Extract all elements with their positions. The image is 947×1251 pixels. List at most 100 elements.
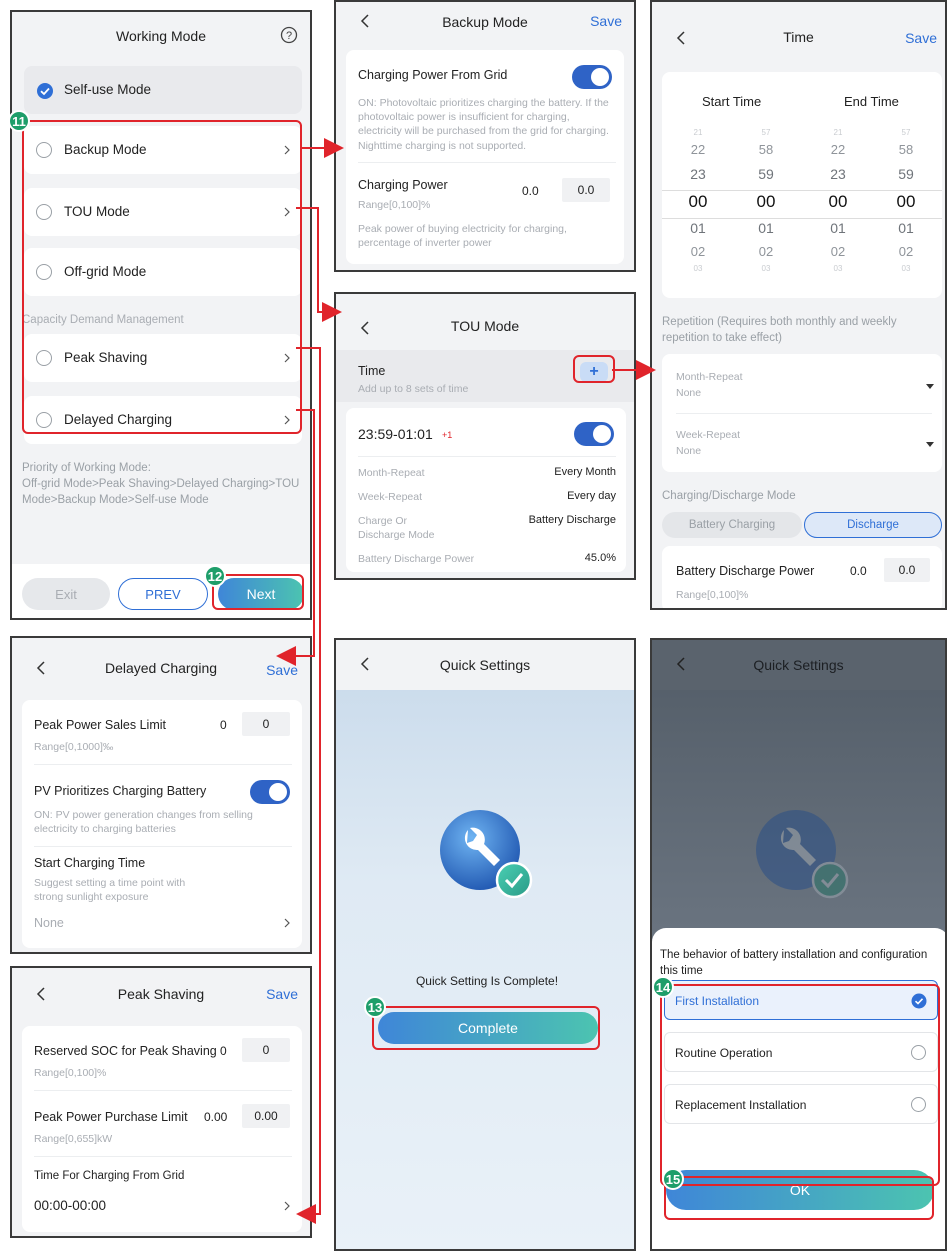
time-wheel-value[interactable]: 23 [672,166,724,182]
week-repeat-value: None [676,445,702,457]
time-wheel-value[interactable]: 22 [812,142,864,157]
time-label: Time [358,364,386,378]
entry-suffix: +1 [442,430,453,440]
back-icon[interactable] [672,654,692,674]
time-wheel-value[interactable]: 02 [672,244,724,259]
time-wheel-value[interactable]: 03 [880,264,932,273]
discharge-power-card: Battery Discharge Power 0.0 0.0 Range[0,… [662,546,942,608]
time-entry-card[interactable]: 23:59-01:01 +1 Month-Repeat Every Month … [346,408,626,572]
save-button[interactable]: Save [590,13,622,29]
discharge-power-input[interactable]: 0.0 [884,558,930,582]
reserved-soc-range: Range[0,100]% [34,1067,107,1079]
prev-button[interactable]: PREV [118,578,208,610]
wrench-check-icon [440,810,533,899]
repeat-card: Month-Repeat None Week-Repeat None [662,354,942,472]
time-wheel-value[interactable]: 01 [740,220,792,236]
time-wheel-value[interactable]: 21 [672,128,724,137]
back-icon[interactable] [356,318,376,338]
page-title: Peak Shaving [117,986,205,1002]
time-wheel-value[interactable]: 03 [740,264,792,273]
sales-limit-value: 0 [220,718,227,732]
back-icon[interactable] [356,11,376,31]
start-time-select[interactable]: None [22,906,302,940]
time-wheel-value[interactable]: 02 [740,244,792,259]
back-icon[interactable] [32,658,52,678]
help-icon[interactable]: ? [280,26,298,44]
time-wheel-value[interactable]: 01 [880,220,932,236]
reserved-soc-input[interactable]: 0 [242,1038,290,1062]
page-title: Working Mode [115,28,206,44]
time-wheel-value[interactable]: 02 [812,244,864,259]
charging-from-grid-toggle[interactable] [572,65,612,89]
time-wheel-value[interactable]: 00 [740,192,792,212]
delayed-charging-screen: Delayed Charging Save Peak Power Sales L… [10,636,312,954]
save-button[interactable]: Save [266,986,298,1002]
discharge-power-range: Range[0,100]% [676,589,749,601]
back-icon[interactable] [32,984,52,1004]
reserved-soc-label: Reserved SOC for Peak Shaving [34,1044,217,1058]
page-title: Quick Settings [439,657,531,673]
divider [358,456,616,457]
time-wheel-value[interactable]: 03 [812,264,864,273]
purchase-limit-label: Peak Power Purchase Limit [34,1110,188,1124]
entry-toggle[interactable] [574,422,614,446]
time-screen: Time Save Start Time End Time 21 22 23 00 01… [650,0,947,610]
time-wheel-value[interactable]: 00 [672,192,724,212]
time-wheel-value[interactable]: 21 [812,128,864,137]
mode-option-battery-charging[interactable]: Battery Charging [662,512,802,538]
mode-option-discharge[interactable]: Discharge [804,512,942,538]
start-time-desc: Suggest setting a time point with strong… [34,877,186,904]
discharge-power-value: 0.0 [850,564,867,578]
time-wheel-value[interactable]: 00 [812,192,864,212]
pv-priority-label: PV Prioritizes Charging Battery [34,784,207,798]
wrench-check-icon [756,810,849,899]
back-icon[interactable] [356,654,376,674]
week-repeat-select[interactable]: Week-Repeat None [662,414,942,472]
time-wheel-value[interactable]: 23 [812,166,864,182]
time-wheel-value[interactable]: 22 [672,142,724,157]
header: Backup Mode Save [336,2,634,42]
save-button[interactable]: Save [905,30,937,46]
save-button[interactable]: Save [266,662,298,678]
time-wheel-value[interactable]: 01 [812,220,864,236]
highlight-options [660,984,940,1186]
time-wheel-value[interactable]: 03 [672,264,724,273]
purchase-limit-input[interactable]: 0.00 [242,1104,290,1128]
pv-priority-toggle[interactable] [250,780,290,804]
time-wheel-value[interactable]: 00 [880,192,932,212]
charging-power-input[interactable]: 0.0 [562,178,610,202]
highlight-ok-button [664,1176,934,1220]
settings-card: Peak Power Sales Limit 0 0 Range[0,1000]… [22,700,302,948]
back-icon[interactable] [672,28,692,48]
month-repeat-label: Month-Repeat [676,371,743,383]
charging-power-range: Range[0,100]% [358,199,431,211]
charging-from-grid-desc: ON: Photovoltaic prioritizes charging th… [358,97,609,152]
dropdown-arrow-icon [926,384,934,389]
week-repeat-label: Week-Repeat [676,429,741,441]
pv-priority-desc: ON: PV power generation changes from sel… [34,809,253,836]
time-wheel-value[interactable]: 59 [740,166,792,182]
quick-settings-screen: Quick Settings Quick Setting Is Complete… [334,638,636,1251]
highlight-mode-list [22,120,302,434]
end-time-label: End Time [844,94,899,109]
time-wheel-value[interactable]: 01 [672,220,724,236]
time-wheel-value[interactable]: 59 [880,166,932,182]
sales-limit-input[interactable]: 0 [242,712,290,736]
time-wheel-value[interactable]: 57 [740,128,792,137]
selection-line-top [662,190,942,191]
step-badge-14: 14 [652,976,674,998]
grid-time-select[interactable]: 00:00-00:00 [22,1186,302,1226]
divider [34,846,292,847]
mode-item-self-use[interactable]: Self-use Mode [24,66,302,114]
time-wheel-value[interactable]: 58 [880,142,932,157]
step-badge-15: 15 [662,1168,684,1190]
time-wheel-value[interactable]: 58 [740,142,792,157]
divider [358,162,616,163]
time-wheel-value[interactable]: 57 [880,128,932,137]
exit-button[interactable]: Exit [22,578,110,610]
start-time-label: Start Charging Time [34,856,146,870]
entry-time: 23:59-01:01 [358,426,433,442]
time-wheel-value[interactable]: 02 [880,244,932,259]
month-repeat-select[interactable]: Month-Repeat None [662,354,942,412]
page-title: Backup Mode [442,14,528,30]
